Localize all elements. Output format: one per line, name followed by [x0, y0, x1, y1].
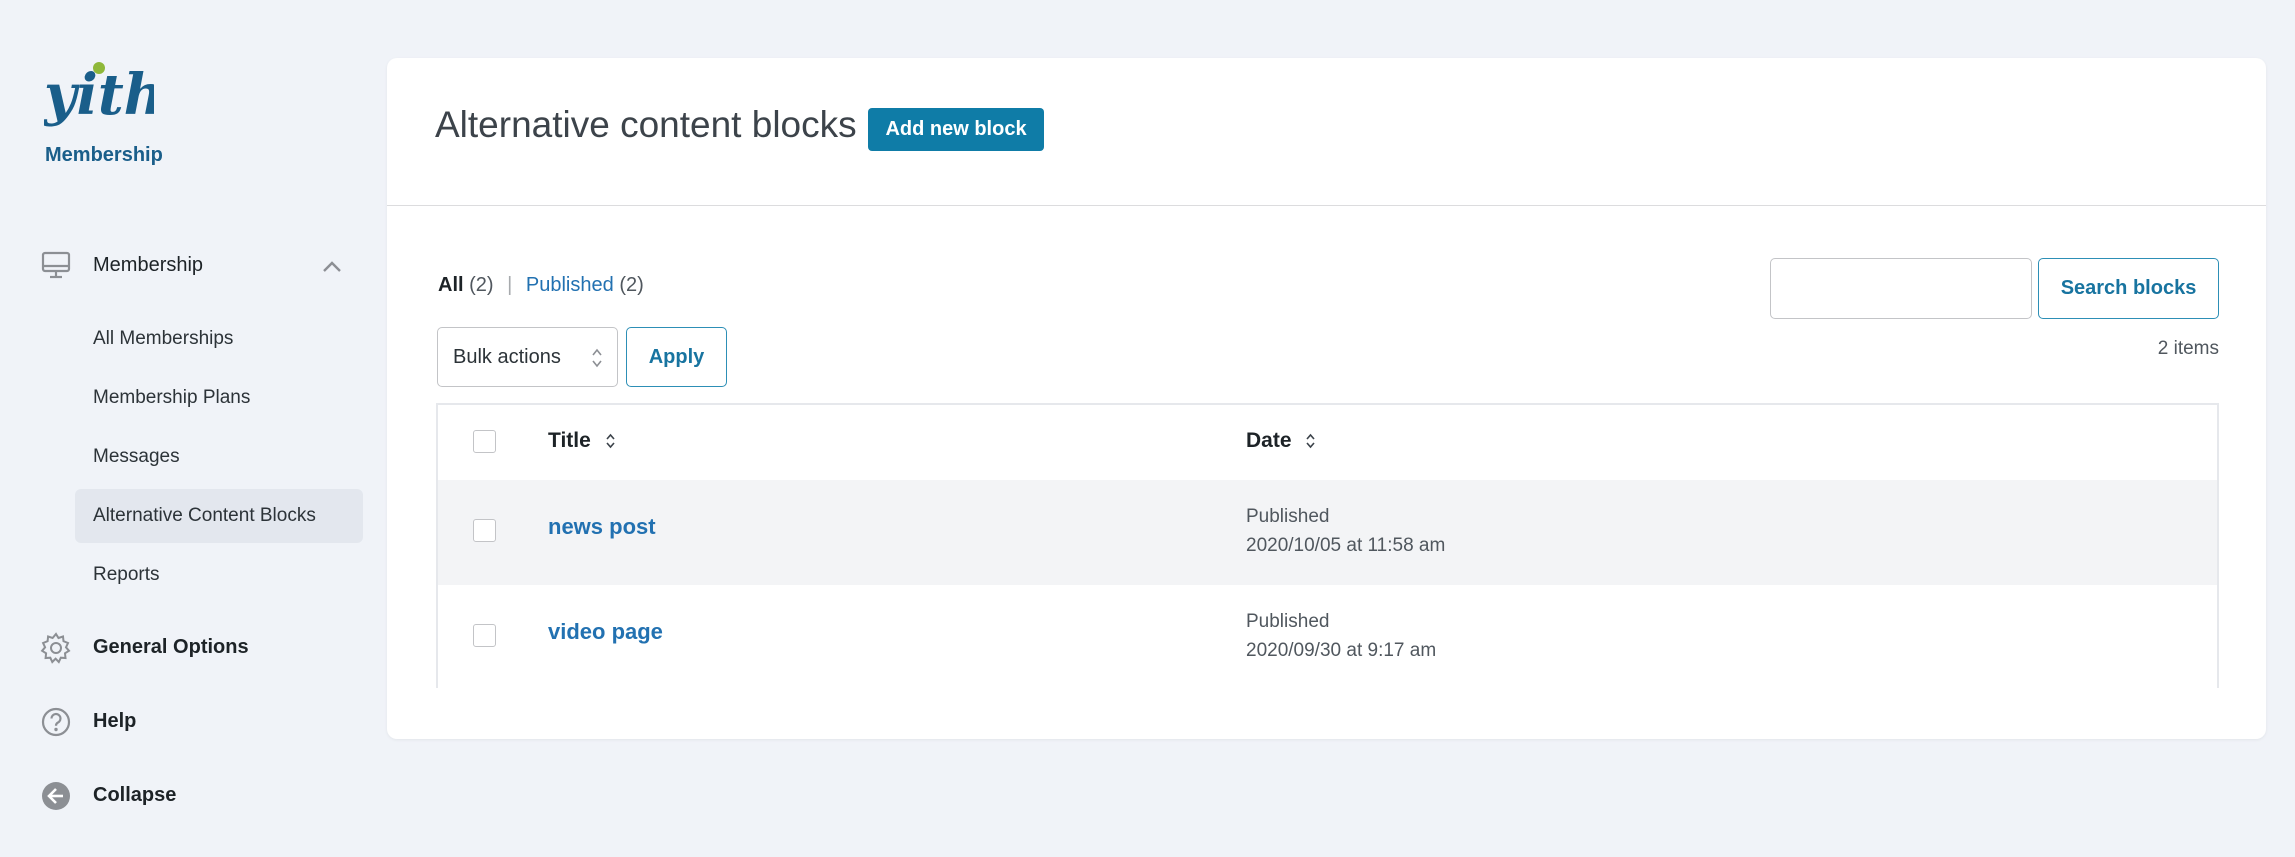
column-title-label: Title [548, 429, 591, 452]
filter-all-count: (2) [469, 274, 494, 296]
arrow-left-circle-icon [40, 780, 72, 812]
subnav-alternative-content-blocks[interactable]: Alternative Content Blocks [75, 489, 363, 543]
yith-logo[interactable]: yith [44, 56, 154, 130]
content-card: Alternative content blocks Add new block… [387, 58, 2266, 739]
sort-icon [606, 434, 615, 449]
search-input[interactable] [1770, 258, 2032, 319]
block-status: Published [1246, 611, 1330, 632]
block-title-link[interactable]: news post [548, 514, 656, 540]
bulk-actions-value: Bulk actions [453, 346, 561, 368]
column-date-label: Date [1246, 429, 1292, 452]
table-row: news post Published 2020/10/05 at 11:58 … [438, 480, 2217, 585]
subnav-reports[interactable]: Reports [75, 548, 363, 602]
nav-help-label: Help [93, 710, 137, 732]
block-status: Published [1246, 506, 1330, 527]
monitor-icon [40, 249, 72, 281]
sort-icon [1306, 434, 1315, 449]
nav-general-options-label: General Options [93, 636, 249, 658]
add-new-block-button[interactable]: Add new block [868, 108, 1044, 151]
row-checkbox[interactable] [473, 624, 496, 647]
apply-button[interactable]: Apply [626, 327, 727, 387]
column-header-date[interactable]: Date [1246, 429, 1316, 453]
table-header-row: Title Date [438, 405, 2217, 480]
membership-subnav: All Memberships Membership Plans Message… [75, 312, 363, 607]
table-row: video page Published 2020/09/30 at 9:17 … [438, 585, 2217, 688]
bulk-actions-select[interactable]: Bulk actions [437, 327, 618, 387]
filter-all[interactable]: All [438, 274, 464, 296]
nav-collapse[interactable]: Collapse [0, 776, 375, 816]
column-header-title[interactable]: Title [548, 429, 616, 453]
select-arrows-icon [592, 348, 602, 368]
block-date: 2020/10/05 at 11:58 am [1246, 535, 1446, 556]
nav-collapse-label: Collapse [93, 784, 177, 806]
block-date: 2020/09/30 at 9:17 am [1246, 640, 1437, 661]
search-blocks-button[interactable]: Search blocks [2038, 258, 2219, 319]
brand-name: Membership [45, 144, 163, 166]
status-filters: All (2) | Published (2) [438, 274, 644, 297]
subnav-all-memberships[interactable]: All Memberships [75, 312, 363, 366]
sidebar: yith Membership Membership All Membershi… [0, 0, 375, 857]
filter-published-count: (2) [619, 274, 644, 296]
chevron-up-icon[interactable] [320, 255, 344, 279]
nav-general-options[interactable]: General Options [0, 628, 375, 668]
subnav-messages[interactable]: Messages [75, 430, 363, 484]
blocks-table: Title Date news post Published 2020/10/0… [436, 403, 2219, 688]
nav-membership[interactable]: Membership [0, 247, 375, 285]
block-title-link[interactable]: video page [548, 619, 663, 645]
gear-icon [40, 632, 72, 664]
filter-separator: | [507, 274, 513, 296]
row-checkbox[interactable] [473, 519, 496, 542]
subnav-membership-plans[interactable]: Membership Plans [75, 371, 363, 425]
select-all-checkbox[interactable] [473, 430, 496, 453]
filter-published[interactable]: Published [526, 274, 614, 296]
page-title: Alternative content blocks [435, 104, 857, 145]
card-header: Alternative content blocks Add new block [387, 58, 2266, 206]
question-circle-icon [40, 706, 72, 738]
nav-membership-label: Membership [93, 254, 204, 276]
nav-help[interactable]: Help [0, 702, 375, 742]
items-count: 2 items [2157, 338, 2219, 359]
